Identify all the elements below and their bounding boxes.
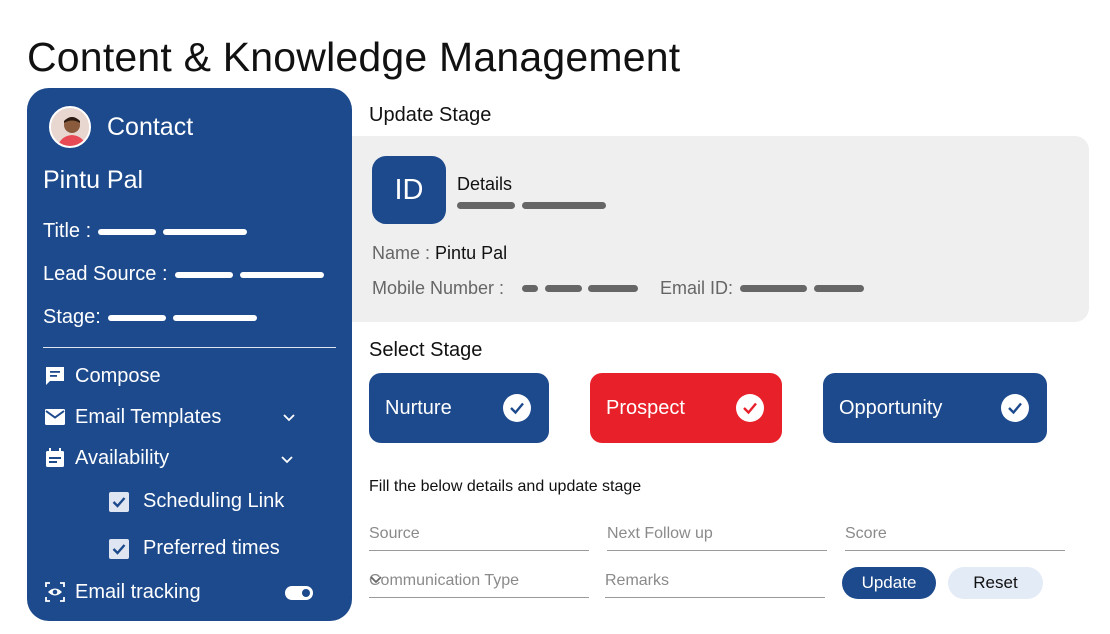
checkbox-checked-icon[interactable] [109,538,129,559]
placeholder-bar [163,228,248,235]
compose-label: Compose [75,364,161,387]
placeholder-bar [814,285,864,292]
reset-button[interactable]: Reset [948,567,1043,599]
contact-header: Contact [49,106,193,148]
id-badge: ID [372,156,446,224]
stage-label: Nurture [385,396,452,419]
stage-prospect-button[interactable]: Prospect [590,373,782,443]
remarks-input[interactable]: Remarks [605,570,825,598]
checkbox-checked-icon[interactable] [109,491,129,512]
email-label: Email ID: [660,278,734,298]
placeholder-bar [740,285,807,292]
chat-icon [43,364,67,388]
email-tracking-toggle[interactable] [285,586,313,600]
scheduling-link-label: Scheduling Link [143,490,285,512]
sidebar-divider [43,347,336,348]
placeholder-bar [107,314,166,321]
placeholder-bar [239,271,324,278]
details-label: Details [457,174,513,194]
chevron-down-icon [369,572,581,590]
details-card: ID Details Name : Pintu Pal Mobile Numbe… [352,136,1089,322]
title-label: Title : [43,220,92,242]
check-circle-icon [736,394,764,422]
email-tracking-label: Email tracking [75,580,201,603]
compose-item[interactable]: Compose [43,364,161,388]
stage-label: Prospect [606,396,685,419]
placeholder-bar [98,228,157,235]
placeholder-bar [457,202,515,209]
title-field: Title : [43,220,248,243]
name-line: Name : Pintu Pal [372,243,507,264]
placeholder-bar [522,202,606,209]
contact-title: Contact [107,112,194,141]
mail-icon [43,405,67,429]
communication-type-select[interactable]: Communication Type [369,570,589,598]
stage-opportunity-button[interactable]: Opportunity [823,373,1047,443]
placeholder-bar [172,314,257,321]
score-input[interactable]: Score [845,523,1065,551]
placeholder-bar [522,285,538,292]
source-placeholder: Source [369,525,420,542]
availability-label: Availability [75,446,170,469]
source-input[interactable]: Source [369,523,589,551]
preferred-times-item[interactable]: Preferred times [109,537,280,560]
placeholder-bar [588,285,638,292]
form-hint: Fill the below details and update stage [369,478,642,495]
avatar [49,106,91,148]
contact-sidebar: Contact Pintu Pal Title : Lead Source : … [27,88,352,621]
stage-field: Stage: [43,306,257,329]
lead-source-field: Lead Source : [43,263,324,286]
calendar-icon [43,446,67,470]
contact-name: Pintu Pal [43,166,144,194]
name-value: Pintu Pal [435,243,508,263]
email-templates-item[interactable]: Email Templates [43,405,221,429]
placeholder-bar [174,271,233,278]
chevron-down-icon[interactable] [282,410,296,426]
name-label: Name : [372,243,431,263]
chevron-down-icon[interactable] [280,452,294,468]
next-follow-up-placeholder: Next Follow up [607,525,713,542]
remarks-placeholder: Remarks [605,572,670,589]
placeholder-bar [545,285,582,292]
check-circle-icon [503,394,531,422]
eye-icon [43,580,67,604]
update-button[interactable]: Update [842,567,936,599]
email-tracking-item: Email tracking [43,580,201,604]
mobile-label: Mobile Number : [372,278,505,298]
lead-source-label: Lead Source : [43,263,168,285]
next-follow-up-input[interactable]: Next Follow up [607,523,827,551]
stage-label: Opportunity [839,396,943,419]
check-circle-icon [1001,394,1029,422]
update-stage-title: Update Stage [369,104,492,126]
select-stage-title: Select Stage [369,339,483,361]
email-templates-label: Email Templates [75,405,222,428]
scheduling-link-item[interactable]: Scheduling Link [109,490,284,513]
score-placeholder: Score [845,525,887,542]
preferred-times-label: Preferred times [143,537,280,559]
page-title: Content & Knowledge Management [27,34,681,80]
stage-label: Stage: [43,306,101,328]
availability-item[interactable]: Availability [43,446,169,470]
stage-nurture-button[interactable]: Nurture [369,373,549,443]
